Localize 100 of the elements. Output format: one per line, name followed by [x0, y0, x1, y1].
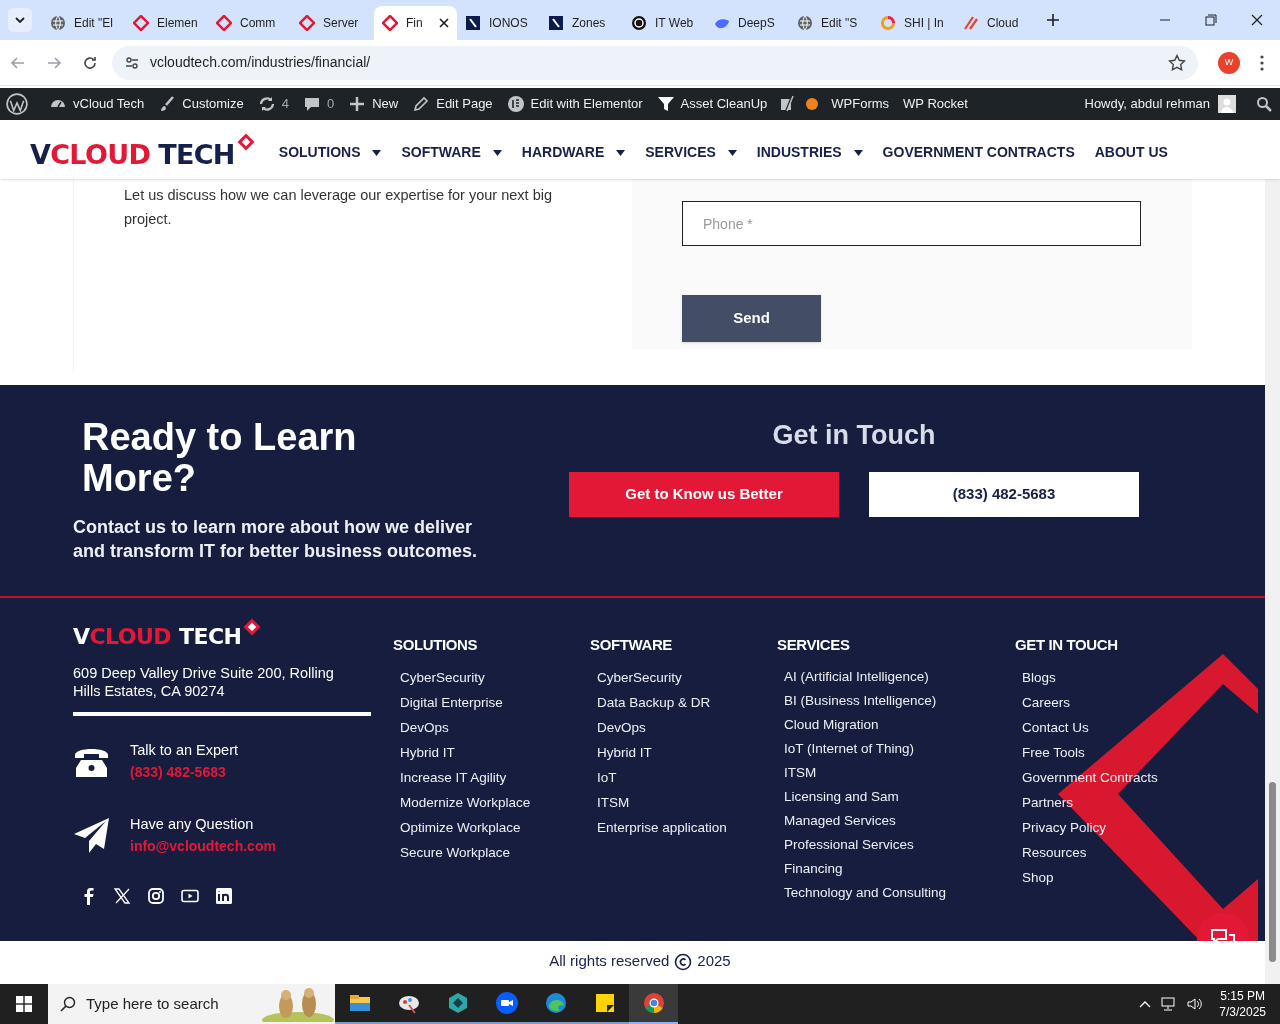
admin-bar-item[interactable]: New	[341, 88, 406, 120]
footer-link[interactable]: Resources	[1022, 839, 1087, 865]
admin-bar-item[interactable]: Edit Page	[405, 88, 500, 120]
nav-item[interactable]: SERVICES	[645, 142, 737, 163]
admin-bar-item[interactable]: vCloud Tech	[42, 88, 152, 120]
video-call-icon	[494, 991, 519, 1015]
footer-link[interactable]: CyberSecurity	[597, 664, 682, 690]
browser-tab[interactable]: Elemen	[125, 6, 208, 40]
plus-icon[interactable]	[1046, 13, 1060, 27]
browser-tab[interactable]: SHI | In	[872, 6, 955, 40]
footer-link[interactable]: Modernize Workplace	[400, 789, 531, 815]
section-heading: Get in Touch	[771, 419, 937, 452]
footer-link[interactable]: IoT	[597, 764, 617, 790]
admin-bar-item[interactable]: Edit with Elementor	[499, 88, 650, 120]
search-icon[interactable]	[1256, 96, 1272, 112]
footer-link[interactable]: Managed Services	[784, 808, 896, 833]
footer-link[interactable]: Digital Enterprise	[400, 689, 503, 715]
footer-link[interactable]: Financing	[784, 856, 843, 881]
footer-link[interactable]: Cloud Migration	[784, 712, 879, 737]
cta-button[interactable]: Get to Know us Better	[569, 471, 839, 517]
chevron-up-icon[interactable]	[1139, 1000, 1152, 1008]
chrome-icon	[641, 991, 666, 1015]
footer-link[interactable]: Secure Workplace	[400, 839, 511, 865]
browser-tab[interactable]: Server	[291, 6, 374, 40]
reload-icon[interactable]	[82, 54, 98, 71]
diamond-icon	[299, 15, 315, 31]
admin-bar-item[interactable]: WPForms	[824, 88, 897, 120]
footer-link[interactable]: AI (Artificial Intelligence)	[784, 664, 929, 689]
admin-bar-item[interactable]: Customize	[151, 88, 251, 120]
footer-link[interactable]: Careers	[1022, 689, 1070, 715]
footer-link[interactable]: Licensing and Sam	[784, 784, 899, 809]
admin-bar-item[interactable]: WP Rocket	[896, 88, 975, 120]
instagram-icon[interactable]	[147, 887, 165, 905]
logo[interactable]: VCLOUD TECH	[73, 616, 264, 648]
cta-text: Contact us to learn more about how we deliver and transform IT for better business outcomes.	[73, 516, 479, 563]
admin-bar-item[interactable]: 0	[295, 88, 342, 120]
send-button[interactable]: Send	[682, 295, 821, 342]
forward-icon[interactable]	[46, 54, 62, 71]
logo[interactable]: VCLOUD TECH	[30, 131, 257, 168]
more-icon[interactable]	[1260, 54, 1264, 71]
contact-link[interactable]: (833) 482-5683	[130, 761, 238, 783]
footer-link[interactable]: Hybrid IT	[400, 739, 455, 765]
footer-link[interactable]: Contact Us	[1022, 714, 1089, 740]
plugin-icon[interactable]	[778, 95, 797, 113]
footer-link[interactable]: Data Backup & DR	[597, 689, 711, 715]
caret-icon	[492, 149, 502, 156]
footer-link[interactable]: DevOps	[597, 714, 646, 740]
taskbar-search-field[interactable]: Type here to search	[48, 984, 335, 1024]
footer-link[interactable]: Free Tools	[1022, 739, 1085, 765]
linkedin-icon[interactable]	[215, 887, 233, 905]
volume-icon[interactable]	[1187, 997, 1204, 1011]
star-icon[interactable]	[1168, 53, 1186, 72]
browser-tab[interactable]: Cloud	[955, 6, 1038, 40]
nav-item[interactable]: ABOUT US	[1094, 142, 1168, 163]
close-icon[interactable]	[439, 18, 449, 28]
diamond-icon	[382, 15, 398, 31]
tab-search-button[interactable]	[8, 8, 32, 32]
phone-button[interactable]: (833) 482-5683	[869, 471, 1139, 517]
footer-link[interactable]: Increase IT Agility	[400, 764, 507, 790]
nav-item[interactable]: SOLUTIONS	[278, 142, 382, 163]
wordpress-icon[interactable]	[6, 93, 28, 115]
footer-link[interactable]: ITSM	[784, 760, 817, 785]
browser-tab[interactable]: Zones	[540, 6, 623, 40]
footer-link[interactable]: IoT (Internet of Thing)	[784, 736, 915, 761]
x-icon[interactable]	[113, 887, 131, 905]
browser-tab[interactable]: Edit "El	[42, 6, 125, 40]
network-icon[interactable]	[1161, 997, 1178, 1011]
browser-tab[interactable]: Edit "S	[789, 6, 872, 40]
nav-item[interactable]: INDUSTRIES	[756, 142, 863, 163]
footer-link[interactable]: ITSM	[597, 789, 630, 815]
browser-tab[interactable]: Fin	[374, 6, 457, 40]
footer-link[interactable]: Enterprise application	[597, 814, 727, 840]
footer-link[interactable]: Blogs	[1022, 664, 1056, 690]
account-menu[interactable]: Howdy, abdul rehman	[1084, 94, 1236, 114]
elementor-icon	[506, 95, 525, 113]
browser-tab[interactable]: IONOS	[457, 6, 540, 40]
nav-item[interactable]: SOFTWARE	[401, 142, 502, 163]
youtube-icon[interactable]	[181, 887, 199, 905]
back-icon[interactable]	[10, 54, 26, 71]
profile-avatar[interactable]: W	[1218, 51, 1240, 74]
nav-item[interactable]: HARDWARE	[521, 142, 626, 163]
footer-link[interactable]: Shop	[1022, 864, 1054, 890]
phone-field[interactable]: Phone *	[682, 201, 1141, 246]
browser-tab[interactable]: IT Web	[623, 6, 706, 40]
footer-link[interactable]: Professional Services	[784, 832, 914, 857]
footer-link[interactable]: Hybrid IT	[597, 739, 652, 765]
clock[interactable]: 5:15 PM 7/3/2025	[1219, 988, 1266, 1020]
footer-link[interactable]: DevOps	[400, 714, 449, 740]
nav-item[interactable]: GOVERNMENT CONTRACTS	[882, 142, 1075, 163]
footer-link[interactable]: CyberSecurity	[400, 664, 485, 690]
admin-bar-item[interactable]: 4	[250, 88, 296, 120]
admin-bar-item[interactable]: Asset CleanUp	[649, 88, 775, 120]
address-bar[interactable]: vcloudtech.com/industries/financial/	[112, 45, 1198, 80]
footer-link[interactable]: Optimize Workplace	[400, 814, 521, 840]
footer-link[interactable]: BI (Business Intelligence)	[784, 688, 937, 713]
taskbar-app[interactable]	[629, 984, 678, 1024]
browser-tab[interactable]: Comm	[208, 6, 291, 40]
scrollbar-thumb[interactable]	[1269, 782, 1276, 962]
footer-link[interactable]: Technology and Consulting	[784, 880, 947, 905]
browser-tab[interactable]: DeepS	[706, 6, 789, 40]
